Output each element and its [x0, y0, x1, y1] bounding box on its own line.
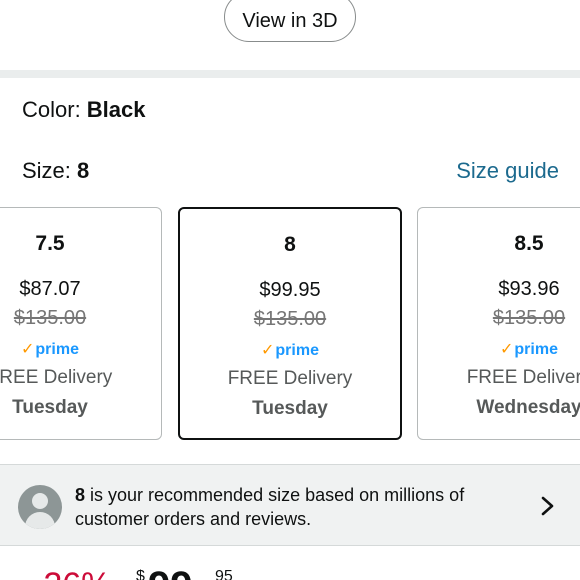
swatch-price: $99.95	[259, 279, 321, 301]
prime-badge: ✓prime	[0, 339, 161, 359]
check-icon: ✓	[261, 342, 275, 359]
price-fraction: 95	[215, 568, 233, 580]
swatch-size: 8	[284, 233, 296, 256]
size-swatch-7-5[interactable]: 7.5 $87.07 $135.00 ✓prime FREE Delivery …	[0, 207, 162, 440]
size-swatch-carousel[interactable]: 7.5 $87.07 $135.00 ✓prime FREE Delivery …	[0, 207, 580, 441]
color-selection: Color: Black	[22, 97, 146, 123]
swatch-delivery-day: Tuesday	[252, 398, 328, 419]
recommended-size-banner[interactable]: 8 is your recommended size based on mill…	[0, 464, 580, 546]
swatch-size: 7.5	[35, 232, 65, 255]
prime-label: prime	[275, 342, 319, 359]
view-in-3d-label: View in 3D	[242, 9, 338, 32]
swatch-delivery: FREE Delivery	[0, 367, 113, 388]
recommended-size: 8	[75, 485, 86, 505]
prime-label: prime	[514, 341, 558, 358]
swatch-delivery-day: Tuesday	[12, 397, 88, 418]
view-in-3d-button[interactable]: View in 3D	[224, 0, 356, 42]
check-icon: ✓	[21, 341, 35, 358]
discount-percent: -26%	[32, 566, 111, 580]
prime-badge: ✓prime	[418, 339, 580, 359]
swatch-list-price: $135.00	[13, 307, 87, 329]
user-avatar-icon	[18, 485, 62, 529]
swatch-list-price: $135.00	[253, 308, 327, 330]
size-swatch-8-5[interactable]: 8.5 $93.96 $135.00 ✓prime FREE Delivery …	[417, 207, 580, 440]
swatch-delivery: FREE Delivery	[466, 367, 580, 388]
chevron-right-icon	[541, 496, 554, 516]
size-selection: Size: 8	[22, 158, 89, 184]
recommendation-text: 8 is your recommended size based on mill…	[75, 483, 525, 531]
color-label: Color:	[22, 97, 87, 122]
recommendation-message: is your recommended size based on millio…	[75, 485, 465, 529]
size-value: 8	[77, 158, 90, 183]
swatch-price: $93.96	[498, 278, 560, 300]
size-guide-link[interactable]: Size guide	[456, 158, 559, 184]
swatch-list-price: $135.00	[492, 307, 566, 329]
swatch-delivery: FREE Delivery	[227, 368, 353, 389]
color-value: Black	[86, 97, 146, 122]
section-divider	[0, 70, 580, 78]
prime-badge: ✓prime	[180, 340, 400, 360]
check-icon: ✓	[500, 341, 514, 358]
prime-label: prime	[35, 341, 79, 358]
swatch-price: $87.07	[19, 278, 81, 300]
swatch-delivery-day: Wednesday	[476, 397, 580, 418]
price-summary: -26% $ 99 95	[0, 560, 580, 580]
size-swatch-8[interactable]: 8 $99.95 $135.00 ✓prime FREE Delivery Tu…	[178, 207, 402, 440]
swatch-size: 8.5	[514, 232, 544, 255]
price-currency: $	[136, 568, 145, 580]
size-label: Size:	[22, 158, 78, 183]
price-whole: 99	[148, 564, 193, 580]
